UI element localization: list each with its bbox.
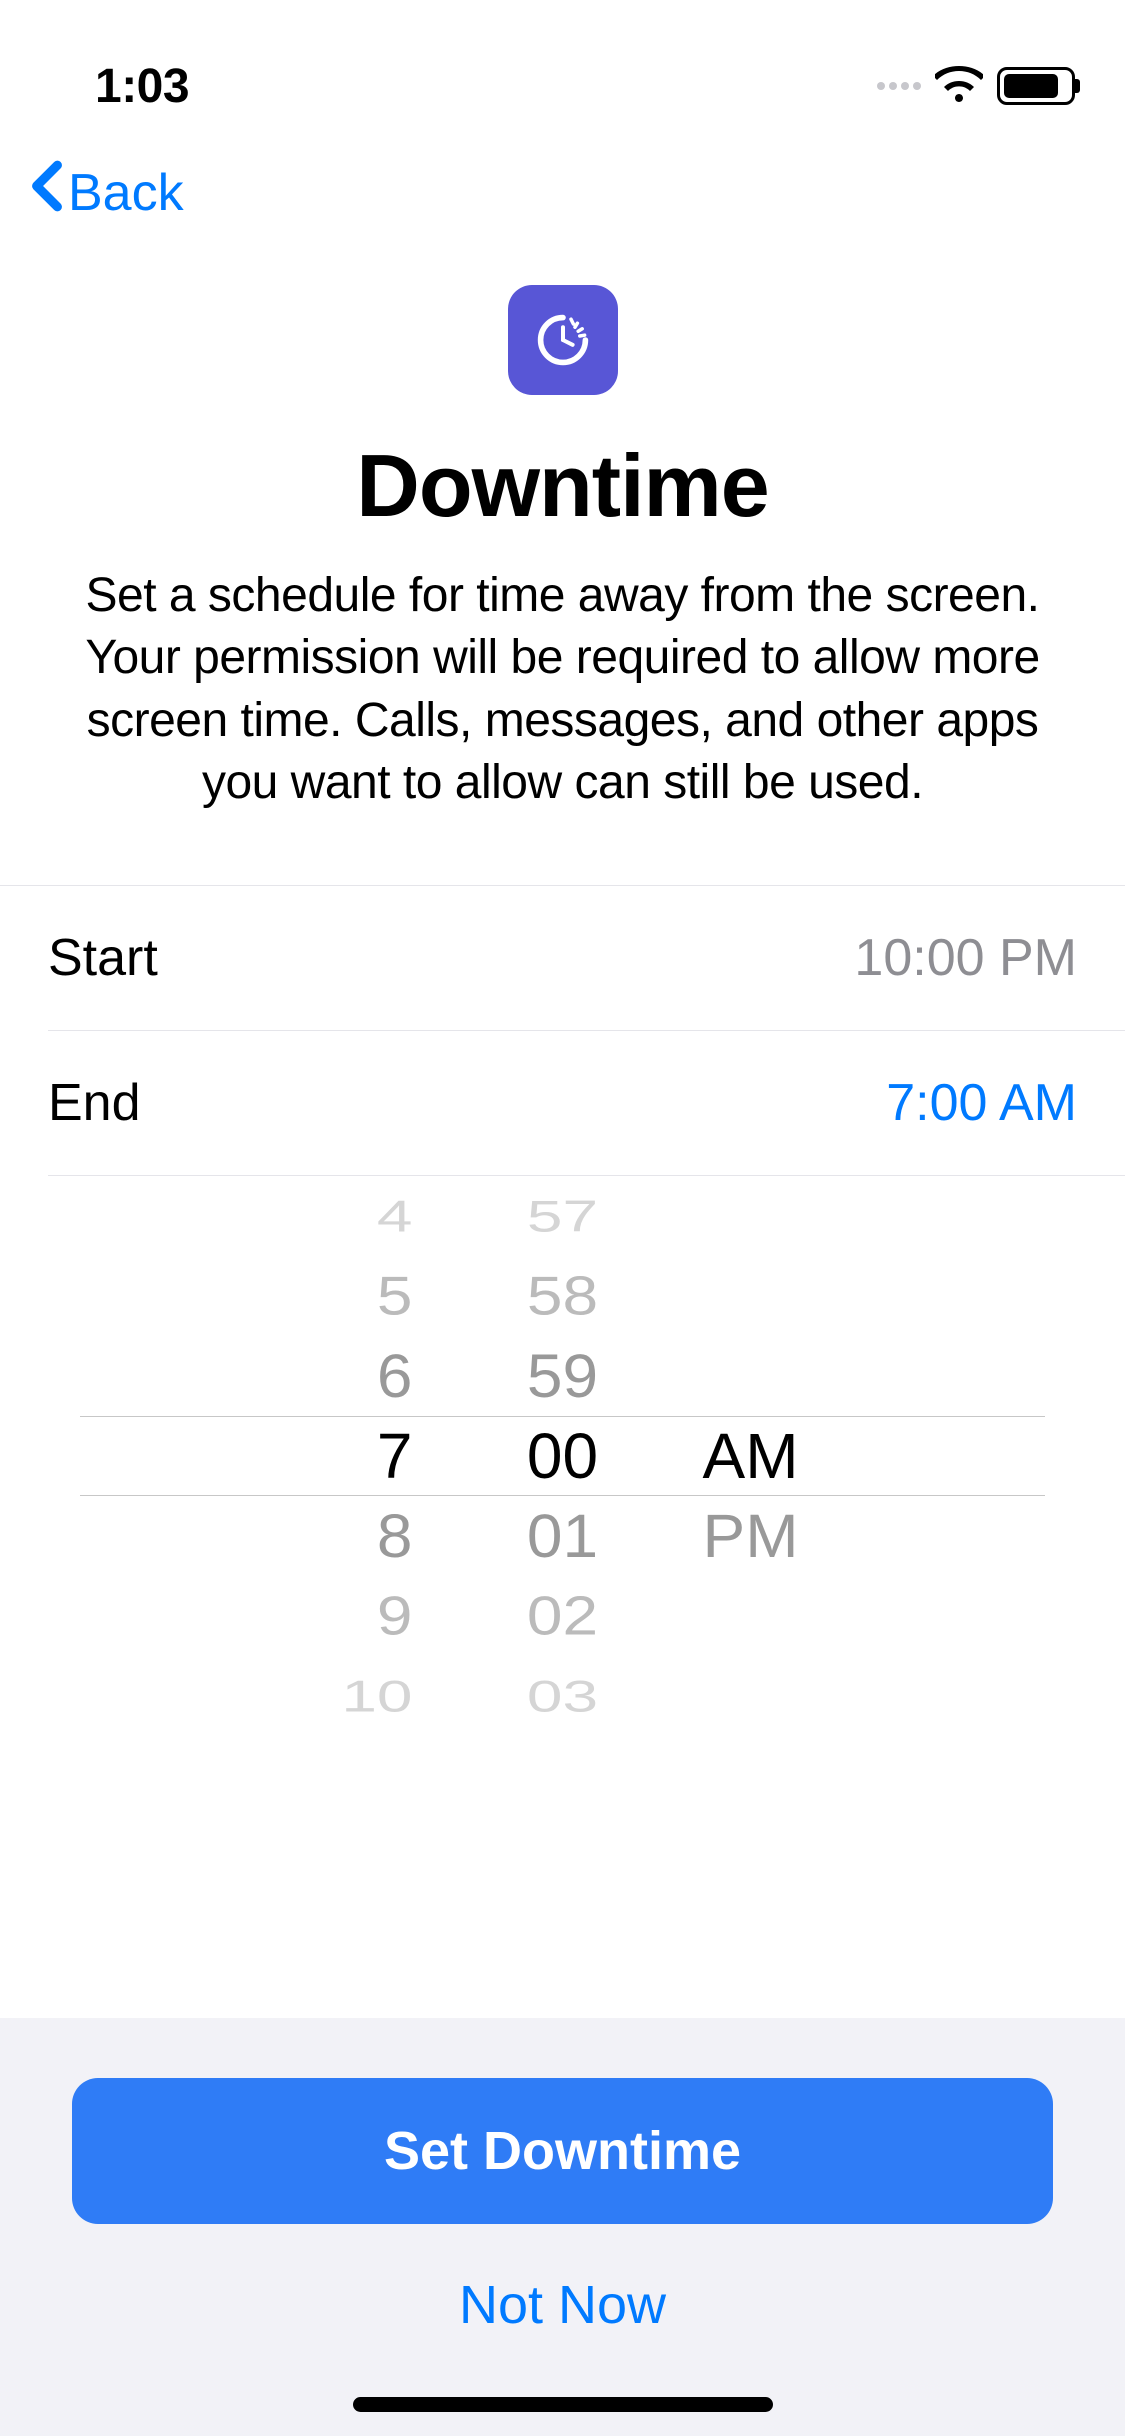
home-indicator[interactable] bbox=[353, 2397, 773, 2412]
chevron-left-icon bbox=[30, 160, 64, 225]
back-button[interactable]: Back bbox=[30, 160, 1095, 225]
back-label: Back bbox=[68, 163, 184, 223]
picker-hour-selected[interactable]: 7 bbox=[293, 1416, 413, 1496]
picker-minutes-column[interactable]: 57 58 59 00 01 02 03 bbox=[463, 1176, 663, 1736]
not-now-button[interactable]: Not Now bbox=[72, 2224, 1053, 2356]
picker-minute-item[interactable]: 58 bbox=[493, 1262, 633, 1330]
start-value: 10:00 PM bbox=[854, 928, 1077, 988]
status-bar: 1:03 bbox=[0, 0, 1125, 130]
end-label: End bbox=[48, 1073, 141, 1133]
picker-hour-item[interactable]: 10 bbox=[293, 1668, 413, 1724]
picker-minute-item[interactable]: 03 bbox=[493, 1668, 633, 1724]
bottom-action-section: Set Downtime Not Now bbox=[0, 2018, 1125, 2436]
start-time-row[interactable]: Start 10:00 PM bbox=[0, 886, 1125, 1030]
wifi-icon bbox=[935, 66, 983, 107]
header-section: Downtime Set a schedule for time away fr… bbox=[0, 245, 1125, 885]
picker-minute-item[interactable]: 57 bbox=[493, 1188, 633, 1244]
end-value: 7:00 AM bbox=[886, 1073, 1077, 1133]
picker-ampm-item[interactable]: PM bbox=[703, 1498, 833, 1574]
end-time-row[interactable]: End 7:00 AM bbox=[0, 1031, 1125, 1175]
status-time: 1:03 bbox=[95, 59, 189, 114]
picker-minute-item[interactable]: 02 bbox=[493, 1582, 633, 1650]
picker-hour-item[interactable]: 4 bbox=[293, 1188, 413, 1244]
picker-hours-column[interactable]: 4 5 6 7 8 9 10 bbox=[263, 1176, 463, 1736]
picker-ampm-selected[interactable]: AM bbox=[703, 1416, 833, 1496]
status-icons bbox=[877, 66, 1075, 107]
picker-hour-item[interactable]: 5 bbox=[293, 1262, 413, 1330]
picker-hour-item[interactable]: 9 bbox=[293, 1582, 413, 1650]
start-label: Start bbox=[48, 928, 158, 988]
picker-minute-item[interactable]: 59 bbox=[493, 1338, 633, 1414]
set-downtime-button[interactable]: Set Downtime bbox=[72, 2078, 1053, 2224]
picker-hour-item[interactable]: 8 bbox=[293, 1498, 413, 1574]
schedule-rows: Start 10:00 PM End 7:00 AM bbox=[0, 885, 1125, 1176]
picker-minute-selected[interactable]: 00 bbox=[493, 1416, 633, 1496]
picker-minute-item[interactable]: 01 bbox=[493, 1498, 633, 1574]
battery-icon bbox=[997, 67, 1075, 105]
time-picker[interactable]: 4 5 6 7 8 9 10 57 58 59 00 01 02 03 AM P… bbox=[0, 1176, 1125, 1736]
page-description: Set a schedule for time away from the sc… bbox=[60, 565, 1065, 815]
downtime-icon bbox=[508, 285, 618, 395]
cellular-signal-icon bbox=[877, 82, 921, 90]
page-title: Downtime bbox=[60, 435, 1065, 537]
picker-hour-item[interactable]: 6 bbox=[293, 1338, 413, 1414]
nav-bar: Back bbox=[0, 130, 1125, 245]
picker-ampm-column[interactable]: AM PM bbox=[663, 1176, 863, 1736]
